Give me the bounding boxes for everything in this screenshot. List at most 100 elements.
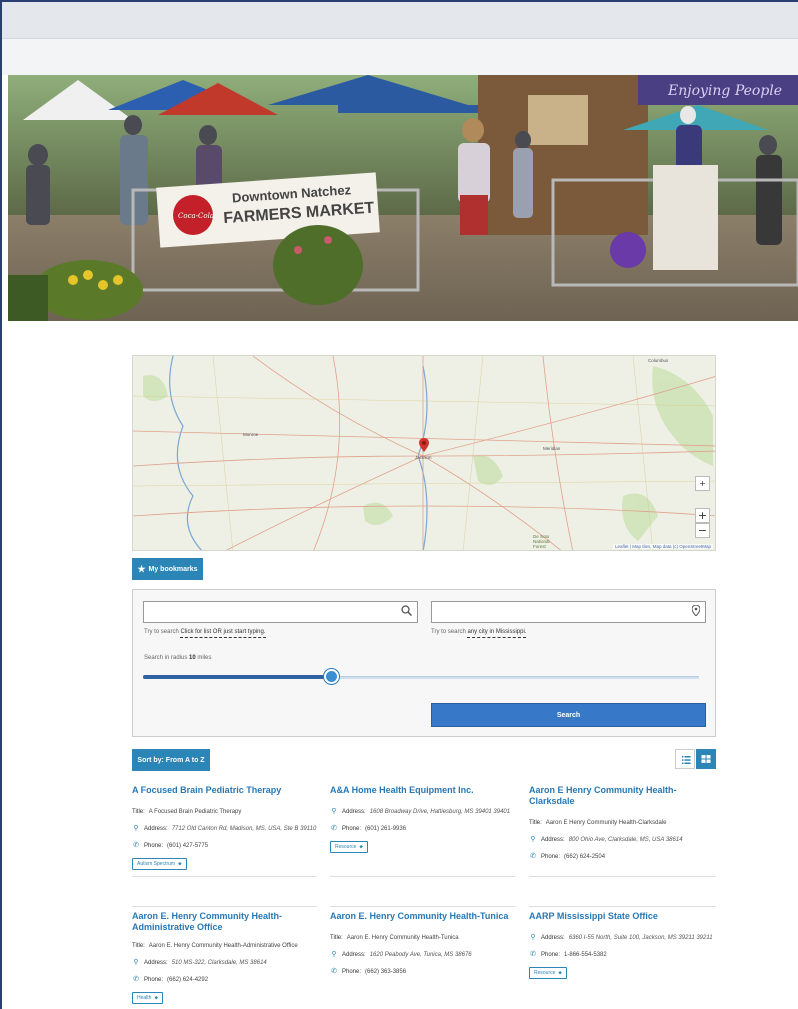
listing-card: Aaron E Henry Community Health-Clarksdal… [529, 785, 717, 861]
phone-label: Phone: [144, 843, 164, 849]
map-city-label: Meridian [543, 446, 561, 451]
address-value: 1608 Broadway Drive, Hattiesburg, MS 394… [369, 809, 511, 815]
category-tag[interactable]: Resource ⬥ [330, 841, 368, 853]
map-attribution[interactable]: Leaflet | Map tiles, Map data (c) OpenSt… [613, 544, 713, 549]
phone-value[interactable]: (601) 427-5775 [167, 842, 208, 850]
site-nav-bar [2, 39, 798, 75]
phone-value[interactable]: (662) 624-2504 [564, 853, 605, 861]
map-city-label: Columbus [648, 358, 669, 363]
map-city-label: Jackson [415, 455, 432, 460]
keyword-search-input[interactable] [143, 601, 418, 623]
tag-icon: ⬥ [359, 844, 363, 850]
phone-value[interactable]: 1-866-554-5382 [564, 951, 607, 959]
row-divider [529, 906, 716, 907]
listing-title-row: Title: A Focused Brain Pediatric Therapy [132, 808, 320, 816]
map-fullscreen-button[interactable]: + [695, 476, 710, 491]
keyword-search-hint: Try to search Click for list OR just sta… [144, 629, 266, 638]
map-marker-icon: ⚲ [530, 934, 536, 941]
listing-phone-row: ✆ Phone: (662) 363-3856 [330, 968, 518, 976]
phone-icon: ✆ [133, 842, 139, 849]
star-icon: ★ [137, 563, 146, 574]
category-tag[interactable]: Health ⬥ [132, 992, 163, 1004]
listing-address-row: ⚲ Address: 7712 Old Canton Rd, Madison, … [132, 825, 320, 833]
phone-label: Phone: [541, 952, 561, 958]
listing-title[interactable]: AARP Mississippi State Office [529, 911, 717, 922]
listing-title[interactable]: A&A Home Health Equipment Inc. [330, 785, 518, 796]
hero-sign-right: Enjoying People [667, 83, 782, 99]
phone-value[interactable]: (662) 624-4292 [167, 976, 208, 984]
directory-content: Monroe Jackson Meridian Columbus De Soto… [0, 321, 798, 1009]
address-label: Address: [144, 960, 168, 966]
grid-view-button[interactable] [696, 749, 716, 769]
phone-value[interactable]: (662) 363-3856 [365, 968, 406, 976]
directory-map[interactable]: Monroe Jackson Meridian Columbus De Soto… [132, 355, 716, 551]
map-marker-icon[interactable] [419, 438, 429, 452]
radius-label: Search in radius 10 miles [144, 655, 211, 661]
radius-value: 10 [189, 655, 196, 661]
my-bookmarks-label: My bookmarks [148, 565, 198, 573]
listing-title[interactable]: Aaron E. Henry Community Health-Tunica [330, 911, 518, 922]
list-view-button[interactable] [675, 749, 695, 769]
phone-value[interactable]: (601) 261-9936 [365, 825, 406, 833]
tag-label: Resource [534, 970, 556, 976]
radius-prefix: Search in radius [144, 655, 188, 661]
listing-phone-row: ✆ Phone: (662) 624-2504 [529, 853, 717, 861]
map-marker-icon: ⚲ [530, 836, 536, 843]
search-icon [401, 605, 413, 619]
address-label: Address: [541, 935, 565, 941]
location-search-hint: Try to search any city in Mississippi. [431, 629, 527, 638]
row-divider [529, 876, 716, 877]
phone-icon: ✆ [331, 825, 337, 832]
listing-title-row: Title: Aaron E Henry Community Health-Cl… [529, 819, 717, 827]
listing-title[interactable]: Aaron E Henry Community Health-Clarksdal… [529, 785, 717, 807]
phone-label: Phone: [342, 826, 362, 832]
phone-icon: ✆ [530, 853, 536, 860]
tag-label: Autism Spectrum [137, 861, 176, 867]
title-label: Title: [132, 809, 145, 815]
tag-icon: ⬥ [154, 995, 158, 1001]
row-divider [132, 906, 317, 907]
map-zoom-in-button[interactable]: + [695, 508, 710, 523]
listing-title[interactable]: Aaron E. Henry Community Health-Administ… [132, 911, 320, 933]
phone-icon: ✆ [331, 968, 337, 975]
location-hint-link[interactable]: any city in Mississippi. [467, 629, 527, 638]
site-top-bar [2, 2, 798, 39]
listing-card: AARP Mississippi State Office ⚲ Address:… [529, 911, 717, 979]
address-label: Address: [144, 826, 168, 832]
search-button[interactable]: Search [431, 703, 706, 727]
my-bookmarks-button[interactable]: ★ My bookmarks [132, 558, 203, 580]
sort-button[interactable]: Sort by: From A to Z [132, 749, 210, 771]
map-zoom-out-button[interactable]: − [695, 523, 710, 538]
listing-address-row: ⚲ Address: 510 MS-322, Clarksdale, MS 38… [132, 959, 320, 967]
category-tag[interactable]: Resource ⬥ [529, 967, 567, 979]
radius-slider-fill [143, 675, 333, 679]
listing-title[interactable]: A Focused Brain Pediatric Therapy [132, 785, 320, 796]
address-label: Address: [342, 809, 366, 815]
keyword-hint-link[interactable]: Click for list OR just start typing. [180, 629, 266, 638]
category-tag[interactable]: Autism Spectrum ⬥ [132, 858, 187, 870]
phone-label: Phone: [144, 977, 164, 983]
tag-icon: ⬥ [178, 861, 182, 867]
listing-phone-row: ✆ Phone: 1-866-554-5382 [529, 951, 717, 959]
phone-label: Phone: [541, 854, 561, 860]
listing-address-row: ⚲ Address: 6360 I-55 North, Suite 100, J… [529, 934, 717, 942]
address-value: 7712 Old Canton Rd, Madison, MS, USA, St… [171, 826, 317, 832]
grid-view-icon [701, 755, 711, 763]
title-label: Title: [529, 820, 542, 826]
location-search-input[interactable] [431, 601, 706, 623]
map-marker-icon: ⚲ [133, 959, 139, 966]
title-value: Aaron E. Henry Community Health-Tunica [346, 935, 459, 941]
address-label: Address: [541, 837, 565, 843]
phone-label: Phone: [342, 969, 362, 975]
title-label: Title: [330, 935, 343, 941]
title-value: A Focused Brain Pediatric Therapy [148, 809, 242, 815]
listing-phone-row: ✆ Phone: (601) 427-5775 [132, 842, 320, 850]
listing-phone-row: ✆ Phone: (601) 261-9936 [330, 825, 518, 833]
address-value: 800 Ohio Ave, Clarksdale, MS, USA 38614 [568, 837, 683, 843]
radius-slider-handle[interactable] [324, 669, 340, 684]
tag-icon: ⬥ [558, 970, 562, 976]
title-value: Aaron E. Henry Community Health-Administ… [148, 943, 298, 949]
row-divider [330, 906, 515, 907]
title-label: Title: [132, 943, 145, 949]
map-marker-icon: ⚲ [331, 951, 337, 958]
